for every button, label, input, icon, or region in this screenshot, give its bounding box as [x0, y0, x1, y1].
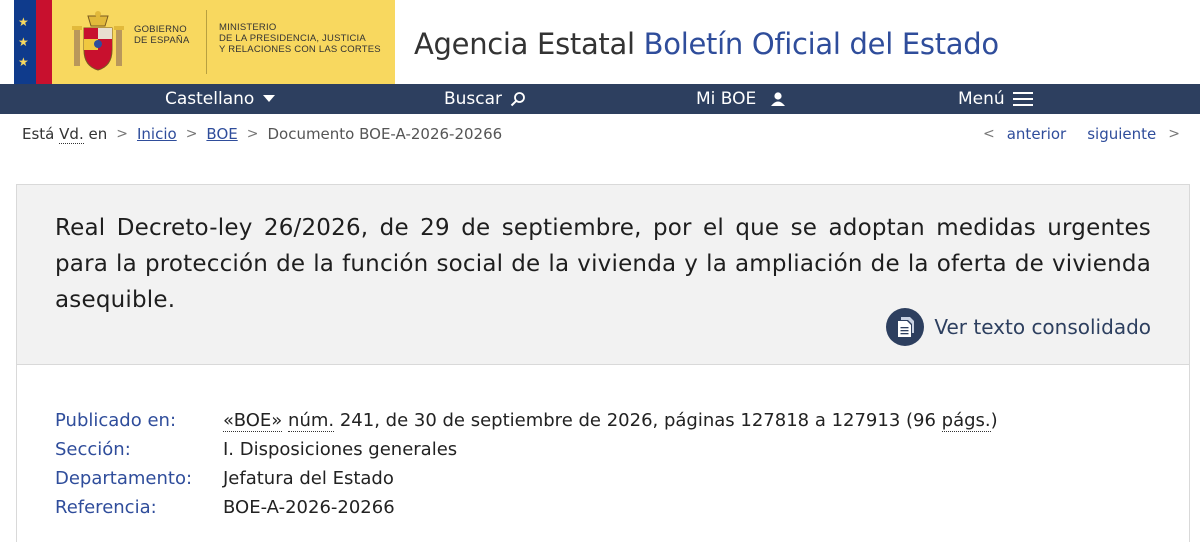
meta-row-published: Publicado en: «BOE» núm. 241, de 30 de s… [55, 406, 998, 434]
star-icon: ★ [18, 35, 29, 49]
meta-val-department: Jefatura del Estado [223, 467, 394, 489]
document-header: Real Decreto-ley 26/2026, de 29 de septi… [16, 184, 1190, 364]
coat-of-arms-icon [72, 11, 124, 71]
breadcrumb-prefix: Está [22, 125, 55, 143]
hamburger-icon [1012, 92, 1033, 106]
search-link[interactable]: Buscar [444, 84, 526, 114]
next-link[interactable]: siguiente [1087, 125, 1156, 143]
gov-line-1: GOBIERNO [134, 24, 187, 35]
breadcrumb-boe-link[interactable]: BOE [206, 125, 237, 143]
meta-val-published: «BOE» núm. 241, de 30 de septiembre de 2… [223, 409, 998, 432]
chevron-right-icon: > [185, 126, 198, 142]
site-header: ★ ★ ★ GOBIERNO DE ESPAÑA MINISTERIO DE L [0, 0, 1200, 84]
published-close: ) [990, 409, 998, 431]
ministry-line-2: DE LA PRESIDENCIA, JUSTICIA [219, 33, 366, 44]
breadcrumb-suffix: en [88, 125, 108, 143]
star-icon: ★ [18, 55, 29, 69]
published-detail: 241, de 30 de septiembre de 2026, página… [339, 409, 936, 431]
document-metadata: Publicado en: «BOE» núm. 241, de 30 de s… [16, 364, 1190, 542]
government-label: GOBIERNO DE ESPAÑA [134, 24, 189, 46]
consolidated-text-label: Ver texto consolidado [934, 315, 1151, 339]
breadcrumb: Está Vd. en > Inicio > BOE > Documento B… [22, 123, 502, 145]
chevron-left-icon: < [983, 126, 995, 142]
ministry-line-3: Y RELACIONES CON LAS CORTES [219, 44, 381, 55]
document-title: Real Decreto-ley 26/2026, de 29 de septi… [55, 215, 1151, 313]
site-title-accent: Boletín Oficial del Estado [643, 27, 999, 61]
menu-label: Menú [958, 89, 1005, 109]
meta-row-section: Sección: I. Disposiciones generales [55, 435, 457, 463]
breadcrumb-current: Documento BOE-A-2026-20266 [267, 125, 503, 143]
breadcrumb-vd-abbr: Vd. [59, 124, 84, 144]
meta-row-reference: Referencia: BOE-A-2026-20266 [55, 493, 395, 521]
meta-key-published: Publicado en: [55, 409, 177, 431]
chevron-right-icon: > [1168, 126, 1180, 142]
document-pager: < anterior siguiente > [983, 123, 1180, 145]
caret-down-icon [262, 94, 276, 104]
pags-abbr: págs. [941, 409, 991, 432]
meta-key-reference: Referencia: [55, 496, 157, 518]
user-icon [770, 91, 786, 107]
meta-key-section: Sección: [55, 438, 131, 460]
gov-line-2: DE ESPAÑA [134, 35, 190, 46]
ministry-line-1: MINISTERIO [219, 22, 277, 33]
previous-link[interactable]: anterior [1007, 125, 1067, 143]
meta-val-section: I. Disposiciones generales [223, 438, 458, 460]
menu-button[interactable]: Menú [958, 84, 1033, 114]
num-abbr: núm. [288, 409, 335, 432]
boe-abbr: «BOE» [223, 409, 283, 432]
site-title[interactable]: Agencia Estatal Boletín Oficial del Esta… [414, 24, 999, 64]
meta-val-reference: BOE-A-2026-20266 [223, 496, 395, 518]
main-nav: Castellano Buscar Mi BOE Menú [0, 84, 1200, 114]
language-selector[interactable]: Castellano [165, 84, 276, 114]
logo-divider [206, 10, 207, 74]
chevron-right-icon: > [116, 126, 128, 142]
ministry-label: MINISTERIO DE LA PRESIDENCIA, JUSTICIA Y… [219, 22, 381, 55]
my-boe-link[interactable]: Mi BOE [696, 84, 786, 114]
search-label: Buscar [444, 89, 503, 109]
my-boe-label: Mi BOE [696, 89, 757, 109]
search-icon [510, 91, 526, 107]
breadcrumb-home-link[interactable]: Inicio [137, 125, 177, 143]
flag-red-stripe [36, 0, 52, 84]
site-title-main: Agencia Estatal [414, 27, 635, 61]
meta-key-department: Departamento: [55, 467, 193, 489]
star-icon: ★ [18, 15, 29, 29]
eu-flag-stripe: ★ ★ ★ [14, 0, 36, 84]
document-icon [886, 308, 925, 346]
meta-row-department: Departamento: Jefatura del Estado [55, 464, 394, 492]
consolidated-text-link[interactable]: Ver texto consolidado [886, 307, 1151, 347]
chevron-right-icon: > [246, 126, 259, 142]
language-label: Castellano [165, 89, 255, 109]
government-logo-block[interactable]: ★ ★ ★ GOBIERNO DE ESPAÑA MINISTERIO DE L [14, 0, 395, 84]
